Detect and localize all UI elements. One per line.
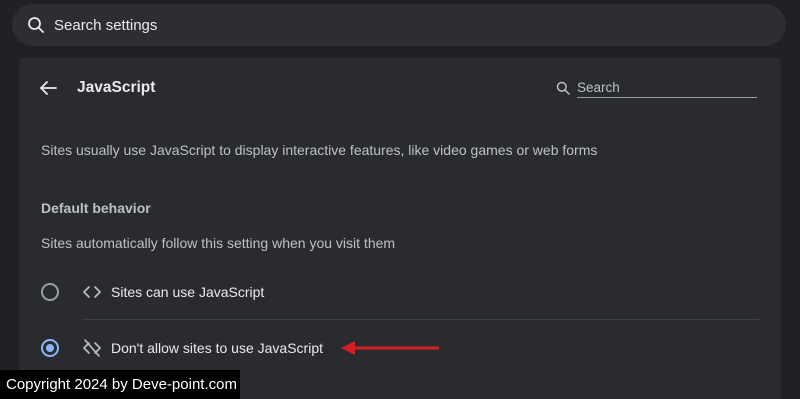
settings-page: JavaScript Sites usually use JavaScript …: [0, 0, 800, 399]
watermark: Copyright 2024 by Deve-point.com: [0, 370, 240, 399]
divider: [82, 319, 759, 320]
settings-search-input[interactable]: [54, 16, 654, 34]
section-title: Default behavior: [41, 200, 151, 216]
search-icon: [555, 80, 571, 96]
page-description: Sites usually use JavaScript to display …: [41, 142, 598, 158]
search-icon: [26, 15, 46, 35]
annotation-arrow: [341, 341, 439, 355]
page-search-input[interactable]: [577, 80, 757, 95]
section-subtitle: Sites automatically follow this setting …: [41, 235, 396, 251]
page-search[interactable]: [555, 78, 759, 98]
page-header: JavaScript: [19, 58, 781, 118]
radio-button[interactable]: [41, 283, 59, 301]
javascript-settings-card: JavaScript Sites usually use JavaScript …: [19, 58, 781, 399]
option-label: Sites can use JavaScript: [111, 284, 265, 300]
code-icon: [82, 282, 102, 302]
option-label: Don't allow sites to use JavaScript: [111, 340, 323, 356]
settings-search-bar[interactable]: [12, 4, 786, 46]
radio-button-selected[interactable]: [41, 339, 59, 357]
page-title: JavaScript: [77, 79, 156, 96]
arrow-left-icon: [40, 81, 57, 95]
page-search-field[interactable]: [577, 79, 757, 98]
back-button[interactable]: [37, 77, 59, 99]
option-allow-javascript[interactable]: Sites can use JavaScript: [19, 267, 781, 317]
code-off-icon: [82, 338, 102, 358]
